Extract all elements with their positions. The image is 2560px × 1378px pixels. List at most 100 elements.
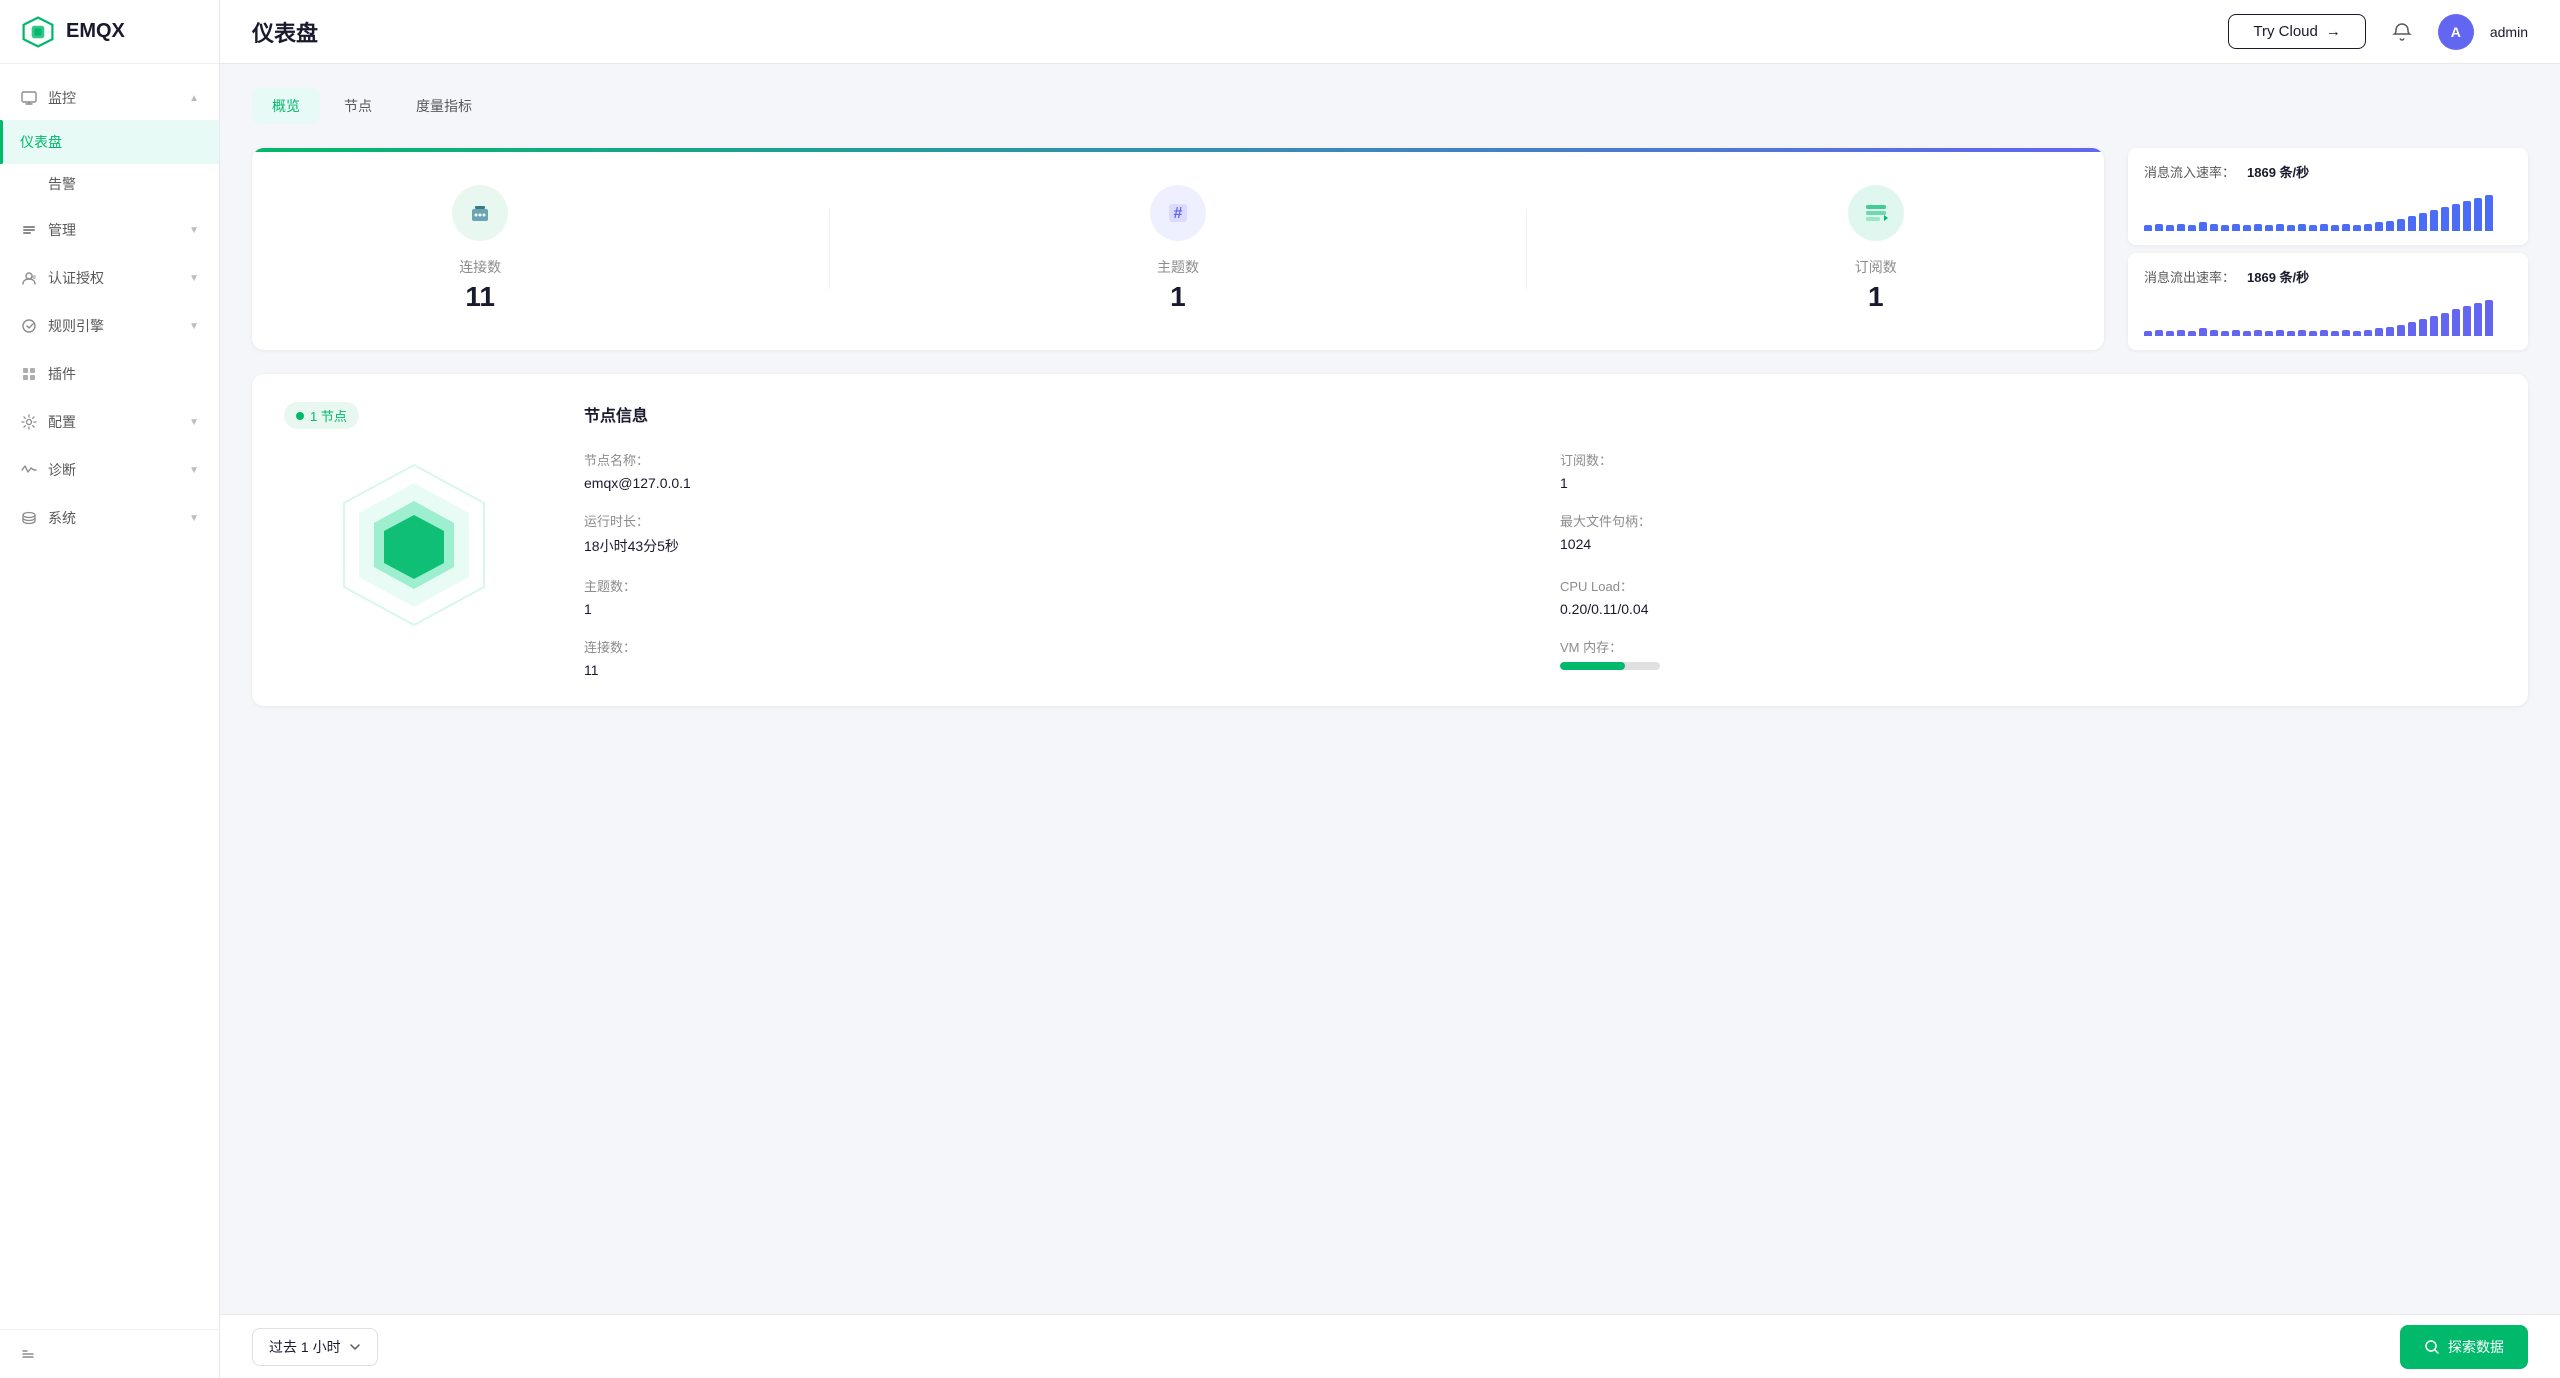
chart-bar xyxy=(2309,331,2317,336)
chart-bar xyxy=(2353,331,2361,336)
chart-bar xyxy=(2276,224,2284,232)
chart-bar xyxy=(2188,225,2196,231)
node-subscriptions-item: 订阅数： 1 xyxy=(1560,450,2496,491)
vm-bar-track xyxy=(1560,662,1660,670)
inflow-value: 1869 条/秒 xyxy=(2247,162,2309,181)
node-hexagon xyxy=(284,445,544,645)
user-avatar[interactable]: A xyxy=(2438,14,2474,50)
notification-bell[interactable] xyxy=(2382,12,2422,52)
manage-label: 管理 xyxy=(48,220,179,240)
node-subscriptions-key: 订阅数： xyxy=(1560,450,2496,469)
chart-bar xyxy=(2243,225,2251,231)
svg-text:#: # xyxy=(1174,205,1183,222)
chart-bar xyxy=(2177,224,2185,232)
sidebar-item-rule[interactable]: 规则引擎 ▼ xyxy=(0,304,219,348)
time-range-select[interactable]: 过去 1 小时 xyxy=(252,1328,378,1366)
rate-panel: 消息流入速率： 1869 条/秒 消息流出速率： 1869 条/秒 xyxy=(2128,148,2528,350)
chart-bar xyxy=(2430,316,2438,336)
node-cpu-item: CPU Load： 0.20/0.11/0.04 xyxy=(1560,576,2496,617)
chart-bar xyxy=(2441,207,2449,231)
user-name[interactable]: admin xyxy=(2490,24,2528,40)
tab-metrics[interactable]: 度量指标 xyxy=(396,88,492,124)
dashboard-label: 仪表盘 xyxy=(20,132,199,152)
chart-bar xyxy=(2232,224,2240,232)
node-visual: 1 节点 xyxy=(284,402,544,645)
chart-bar xyxy=(2287,331,2295,336)
chart-bar xyxy=(2474,303,2482,336)
node-name-val: emqx@127.0.0.1 xyxy=(584,475,1520,491)
node-topics-val: 1 xyxy=(584,601,1520,617)
subscriptions-icon-wrap xyxy=(1848,185,1904,241)
manage-icon xyxy=(20,221,38,239)
nav-group-plugin: 插件 xyxy=(0,352,219,396)
topics-icon: # xyxy=(1164,199,1192,227)
chart-bar xyxy=(2419,213,2427,231)
topics-icon-wrap: # xyxy=(1150,185,1206,241)
node-vm-item: VM 内存： xyxy=(1560,637,2496,678)
plugin-icon xyxy=(20,365,38,383)
node-connections-item: 连接数： 11 xyxy=(584,637,1520,678)
chart-bar xyxy=(2331,225,2339,231)
chevron-down-icon xyxy=(349,1341,361,1353)
sidebar-collapse[interactable] xyxy=(0,1329,219,1378)
explore-icon xyxy=(2424,1339,2440,1355)
node-uptime-key: 运行时长： xyxy=(584,511,1520,530)
chart-bar xyxy=(2155,224,2163,232)
node-status-dot xyxy=(296,412,304,420)
chart-bar xyxy=(2408,322,2416,336)
divider-1 xyxy=(829,209,830,289)
subscriptions-value: 1 xyxy=(1855,281,1897,313)
chart-bar xyxy=(2210,224,2218,232)
explore-label: 探索数据 xyxy=(2448,1337,2504,1357)
config-label: 配置 xyxy=(48,412,179,432)
logo-area: EMQX xyxy=(0,0,219,64)
connections-label: 连接数 xyxy=(459,257,501,277)
connections-value: 11 xyxy=(459,281,501,313)
vm-bar-fill xyxy=(1560,662,1625,670)
explore-data-button[interactable]: 探索数据 xyxy=(2400,1325,2528,1369)
sidebar-item-system[interactable]: 系统 ▼ xyxy=(0,496,219,540)
chart-bar xyxy=(2463,306,2471,336)
outflow-chart xyxy=(2144,296,2512,336)
chart-bar xyxy=(2144,331,2152,336)
chart-bar xyxy=(2331,331,2339,336)
chart-bar xyxy=(2188,331,2196,336)
chart-bar xyxy=(2397,325,2405,336)
stats-section: 连接数 11 # 主题数 1 xyxy=(252,148,2528,350)
sidebar-item-auth[interactable]: 认证授权 ▼ xyxy=(0,256,219,300)
subscriptions-label: 订阅数 xyxy=(1855,257,1897,277)
sidebar-item-manage[interactable]: 管理 ▼ xyxy=(0,208,219,252)
sidebar-item-plugin[interactable]: 插件 xyxy=(0,352,219,396)
chart-bar xyxy=(2386,221,2394,232)
chart-bar xyxy=(2320,330,2328,336)
inflow-chart xyxy=(2144,191,2512,231)
sidebar-item-monitor[interactable]: 监控 ▲ xyxy=(0,76,219,120)
config-icon xyxy=(20,413,38,431)
sidebar-item-diagnose[interactable]: 诊断 ▼ xyxy=(0,448,219,492)
node-maxfds-val: 1024 xyxy=(1560,536,2496,552)
topics-label: 主题数 xyxy=(1157,257,1199,277)
tab-overview[interactable]: 概览 xyxy=(252,88,320,124)
chart-bar xyxy=(2166,225,2174,231)
node-topics-item: 主题数： 1 xyxy=(584,576,1520,617)
chart-bar xyxy=(2419,319,2427,336)
node-vm-key: VM 内存： xyxy=(1560,637,2496,656)
logo-text: EMQX xyxy=(66,20,125,43)
chart-bar xyxy=(2298,224,2306,232)
chart-bar xyxy=(2232,330,2240,336)
chart-bar xyxy=(2485,195,2493,231)
try-cloud-button[interactable]: Try Cloud → xyxy=(2228,14,2365,49)
page-title: 仪表盘 xyxy=(252,16,2212,48)
chart-bar xyxy=(2474,198,2482,231)
node-name-key: 节点名称： xyxy=(584,450,1520,469)
sidebar-item-config[interactable]: 配置 ▼ xyxy=(0,400,219,444)
vm-bar-container xyxy=(1560,662,2496,670)
system-label: 系统 xyxy=(48,508,179,528)
plugin-label: 插件 xyxy=(48,364,199,384)
sidebar-item-alert[interactable]: 告警 xyxy=(0,164,219,204)
node-uptime-val: 18小时43分5秒 xyxy=(584,536,1520,556)
chart-bar xyxy=(2276,330,2284,336)
tab-nodes[interactable]: 节点 xyxy=(324,88,392,124)
connections-icon xyxy=(466,199,494,227)
sidebar-item-dashboard[interactable]: 仪表盘 xyxy=(0,120,219,164)
